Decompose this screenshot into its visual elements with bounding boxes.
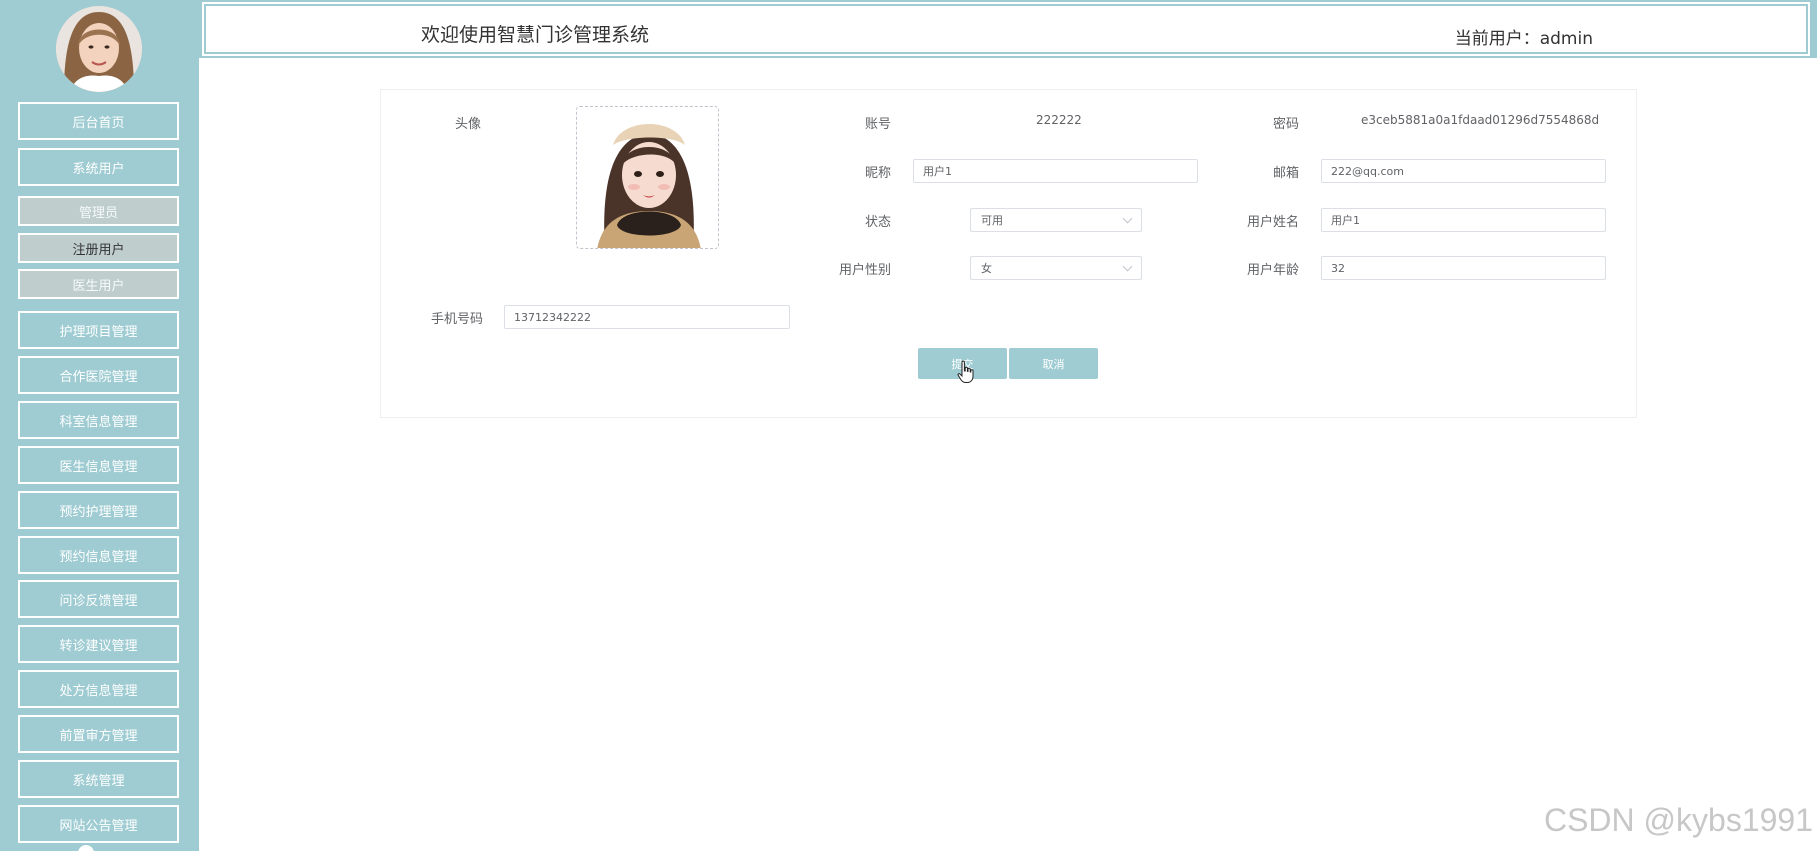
sidebar-item-label: 网站公告管理 [59, 818, 138, 834]
sidebar-item-partner-hospitals[interactable]: 合作医院管理 [18, 356, 179, 394]
age-input-value: 32 [1331, 261, 1345, 275]
nickname-label: 昵称 [865, 166, 892, 181]
status-label: 状态 [865, 215, 892, 230]
age-label: 用户年龄 [1247, 263, 1300, 278]
sidebar-item-doctors[interactable]: 医生信息管理 [18, 446, 179, 484]
sidebar-item-appointments[interactable]: 预约信息管理 [18, 536, 179, 574]
sidebar-item-label: 合作医院管理 [59, 369, 138, 385]
sidebar-subitem-label: 注册用户 [72, 242, 125, 258]
sidebar-item-system-management[interactable]: 系统管理 [18, 760, 179, 798]
status-select-value: 可用 [981, 214, 1003, 227]
sidebar-item-nursing-projects[interactable]: 护理项目管理 [18, 311, 179, 349]
admin-avatar[interactable] [56, 6, 142, 92]
gender-select[interactable]: 女 [970, 256, 1142, 280]
sidebar-item-prescriptions[interactable]: 处方信息管理 [18, 670, 179, 708]
account-value: 222222 [1036, 113, 1082, 127]
header-panel: 欢迎使用智慧门诊管理系统 当前用户：admin [202, 2, 1810, 56]
cancel-button-label: 取消 [1042, 357, 1065, 371]
sidebar-item-consultation-feedback[interactable]: 问诊反馈管理 [18, 580, 179, 618]
sidebar-item-label: 问诊反馈管理 [59, 593, 138, 609]
sidebar-item-nursing-appointments[interactable]: 预约护理管理 [18, 491, 179, 529]
sidebar-item-label: 科室信息管理 [59, 414, 138, 430]
chevron-down-icon [1122, 261, 1133, 271]
sidebar-item-label: 系统管理 [72, 773, 125, 789]
chevron-down-icon [1122, 213, 1133, 223]
gender-select-value: 女 [981, 262, 992, 275]
nickname-input-value: 用户1 [923, 165, 952, 178]
avatar-upload[interactable] [576, 106, 719, 249]
avatar-label: 头像 [455, 117, 482, 132]
current-user-label: 当前用户：admin [1454, 29, 1593, 49]
sidebar-item-label: 护理项目管理 [59, 324, 138, 340]
sidebar-item-label: 预约护理管理 [59, 504, 138, 520]
sidebar-item-label: 处方信息管理 [59, 683, 138, 699]
sidebar-item-departments[interactable]: 科室信息管理 [18, 401, 179, 439]
account-label: 账号 [865, 117, 892, 132]
watermark: CSDN @kybs1991 [1543, 802, 1813, 838]
sidebar-item-referral-suggestions[interactable]: 转诊建议管理 [18, 625, 179, 663]
sidebar: 后台首页 系统用户 管理员 注册用户 医生用户 护理项目管理 合作医院管理 科室… [0, 0, 199, 851]
sidebar-item-label: 医生信息管理 [59, 459, 138, 475]
page-title: 欢迎使用智慧门诊管理系统 [421, 24, 650, 46]
sidebar-item-label: 前置审方管理 [59, 728, 138, 744]
realname-input-value: 用户1 [1331, 214, 1360, 227]
user-avatar-icon [56, 6, 142, 92]
email-input[interactable]: 222@qq.com [1321, 159, 1606, 183]
sidebar-item-announcements[interactable]: 网站公告管理 [18, 805, 179, 843]
email-input-value: 222@qq.com [1331, 164, 1404, 178]
cancel-button[interactable]: 取消 [1009, 348, 1098, 379]
realname-label: 用户姓名 [1247, 215, 1300, 230]
sidebar-item-system-users[interactable]: 系统用户 [18, 148, 179, 186]
submit-button[interactable]: 提交 [918, 348, 1007, 383]
sidebar-subitem-registered-users[interactable]: 注册用户 [18, 233, 179, 263]
phone-input-value: 13712342222 [514, 310, 591, 324]
email-label: 邮箱 [1273, 166, 1300, 181]
phone-label: 手机号码 [431, 312, 484, 327]
gender-label: 用户性别 [839, 263, 892, 278]
realname-input[interactable]: 用户1 [1321, 208, 1606, 232]
sidebar-subitem-admin[interactable]: 管理员 [18, 196, 179, 226]
app-root: 后台首页 系统用户 管理员 注册用户 医生用户 护理项目管理 合作医院管理 科室… [0, 0, 1817, 851]
status-select[interactable]: 可用 [970, 208, 1142, 232]
top-header: 欢迎使用智慧门诊管理系统 当前用户：admin [199, 0, 1817, 58]
sidebar-subitem-label: 管理员 [78, 205, 118, 221]
sidebar-item-pre-review[interactable]: 前置审方管理 [18, 715, 179, 753]
sidebar-item-label: 转诊建议管理 [59, 638, 138, 654]
password-value: e3ceb5881a0a1fdaad01296d7554868d [1361, 113, 1600, 127]
age-input[interactable]: 32 [1321, 256, 1606, 280]
sidebar-item-label: 后台首页 [72, 115, 125, 131]
sidebar-subitem-doctor-users[interactable]: 医生用户 [18, 269, 179, 299]
user-photo-icon [577, 107, 718, 248]
user-edit-form: 头像 账号 222222 密码 e3ceb5881a0a1fdaad01296d… [380, 89, 1637, 418]
scroll-indicator[interactable] [78, 845, 94, 851]
phone-input[interactable]: 13712342222 [504, 305, 790, 329]
sidebar-subitem-label: 医生用户 [72, 278, 125, 294]
nickname-input[interactable]: 用户1 [913, 159, 1198, 183]
password-label: 密码 [1273, 117, 1300, 132]
sidebar-item-home[interactable]: 后台首页 [18, 102, 179, 140]
main-content: 头像 账号 222222 密码 e3ceb5881a0a1fdaad01296d… [199, 58, 1817, 851]
hand-pointer-icon [957, 360, 974, 383]
sidebar-item-label: 系统用户 [72, 161, 125, 177]
sidebar-item-label: 预约信息管理 [59, 549, 138, 565]
